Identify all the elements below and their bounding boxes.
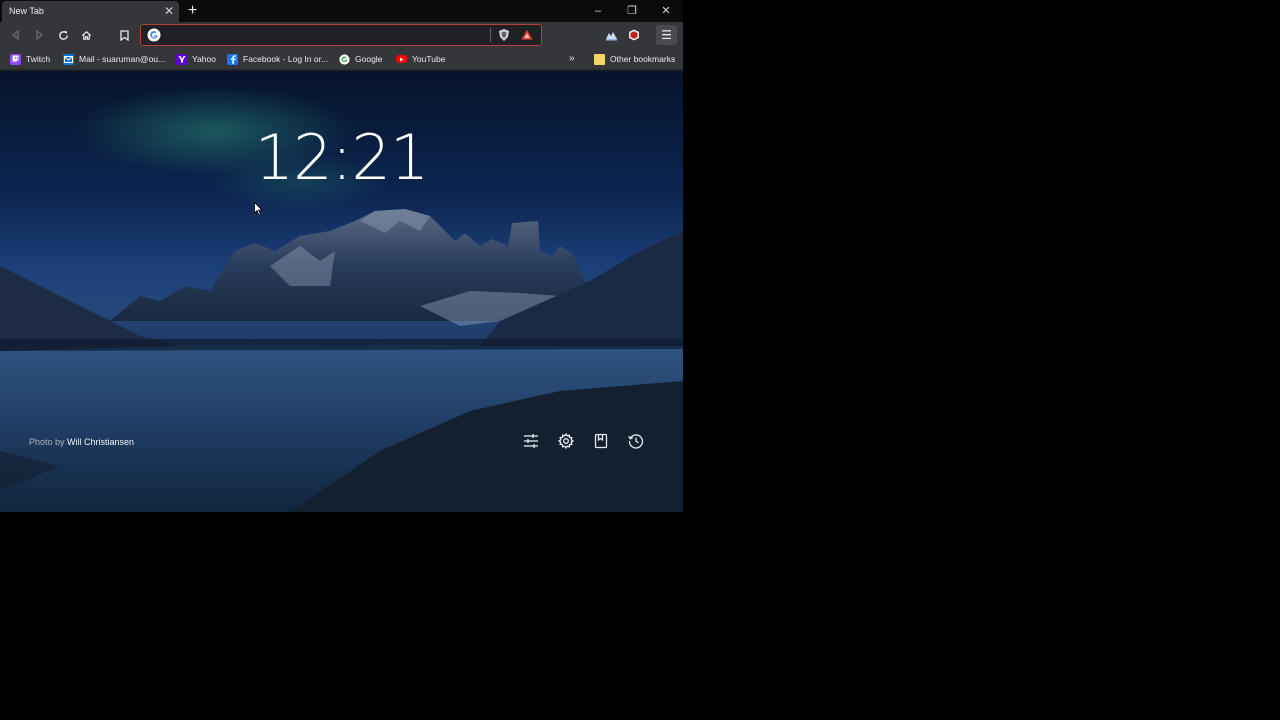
twitch-icon — [10, 53, 21, 65]
toolbar: ☰ — [0, 22, 683, 48]
address-divider — [490, 28, 491, 42]
google-search-icon — [147, 28, 161, 42]
new-tab-background: 12:21 Photo by Will Christiansen — [0, 71, 683, 512]
bookmark-mail[interactable]: Mail - suaruman@ou... — [63, 51, 165, 67]
close-window-button[interactable]: ✕ — [649, 0, 683, 22]
brave-rewards-icon[interactable] — [519, 27, 535, 43]
clock: 12:21 — [254, 121, 430, 194]
history-icon[interactable] — [627, 432, 645, 450]
new-tab-button[interactable]: + — [184, 1, 201, 20]
outlook-icon — [63, 53, 74, 65]
yahoo-icon — [176, 53, 187, 65]
customize-sliders-icon[interactable] — [522, 432, 540, 450]
bookmark-label: Google — [355, 54, 383, 64]
bookmark-yahoo[interactable]: Yahoo — [176, 51, 216, 67]
bookmark-label: Twitch — [26, 54, 51, 64]
bookmark-icon[interactable] — [115, 26, 133, 44]
settings-gear-icon[interactable] — [557, 432, 575, 450]
back-icon[interactable] — [7, 26, 25, 44]
bookmarks-bar: Twitch Mail - suaruman@ou... Yahoo Faceb… — [0, 48, 683, 70]
photo-credit-prefix: Photo by — [29, 437, 65, 447]
bookmark-label: Facebook - Log In or... — [243, 54, 329, 64]
bookmark-label: YouTube — [412, 54, 446, 64]
address-bar[interactable] — [140, 24, 542, 46]
adblock-icon[interactable] — [625, 26, 643, 44]
tab-new-tab[interactable]: New Tab ✕ — [2, 1, 179, 22]
tab-title: New Tab — [9, 6, 44, 16]
brave-shield-icon[interactable] — [496, 27, 512, 43]
reload-icon[interactable] — [54, 26, 72, 44]
bookmarks-overflow-chevron[interactable]: » — [569, 51, 575, 67]
forward-icon[interactable] — [30, 26, 48, 44]
bookmark-label: Yahoo — [192, 54, 216, 64]
extension-icon[interactable] — [602, 26, 620, 44]
minimize-button[interactable]: – — [581, 0, 615, 22]
facebook-icon — [227, 53, 238, 65]
bookmark-label: Mail - suaruman@ou... — [79, 54, 166, 64]
photo-credit[interactable]: Photo by Will Christiansen — [29, 437, 134, 447]
browser-window: New Tab ✕ + – ❐ ✕ ☰ Twitch Mail - suarum… — [0, 0, 683, 512]
restore-button[interactable]: ❐ — [615, 0, 649, 22]
bookmark-facebook[interactable]: Facebook - Log In or... — [227, 51, 328, 67]
mouse-pointer-icon — [254, 202, 263, 216]
tab-close-icon[interactable]: ✕ — [164, 1, 174, 22]
title-bar: New Tab ✕ + – ❐ ✕ — [0, 0, 683, 22]
bookmark-google[interactable]: Google — [339, 51, 382, 67]
bookmarks-page-icon[interactable] — [592, 432, 610, 450]
address-input[interactable] — [167, 27, 487, 43]
google-icon — [339, 53, 350, 65]
bookmark-label: Other bookmarks — [610, 54, 676, 64]
photo-credit-author[interactable]: Will Christiansen — [67, 437, 134, 447]
youtube-icon — [396, 55, 407, 63]
home-icon[interactable] — [77, 26, 95, 44]
bookmark-twitch[interactable]: Twitch — [10, 51, 50, 67]
bookmark-other-folder[interactable]: Other bookmarks — [594, 51, 675, 67]
folder-icon — [594, 53, 605, 65]
browser-menu-button[interactable]: ☰ — [656, 25, 677, 45]
bookmark-youtube[interactable]: YouTube — [396, 51, 445, 67]
